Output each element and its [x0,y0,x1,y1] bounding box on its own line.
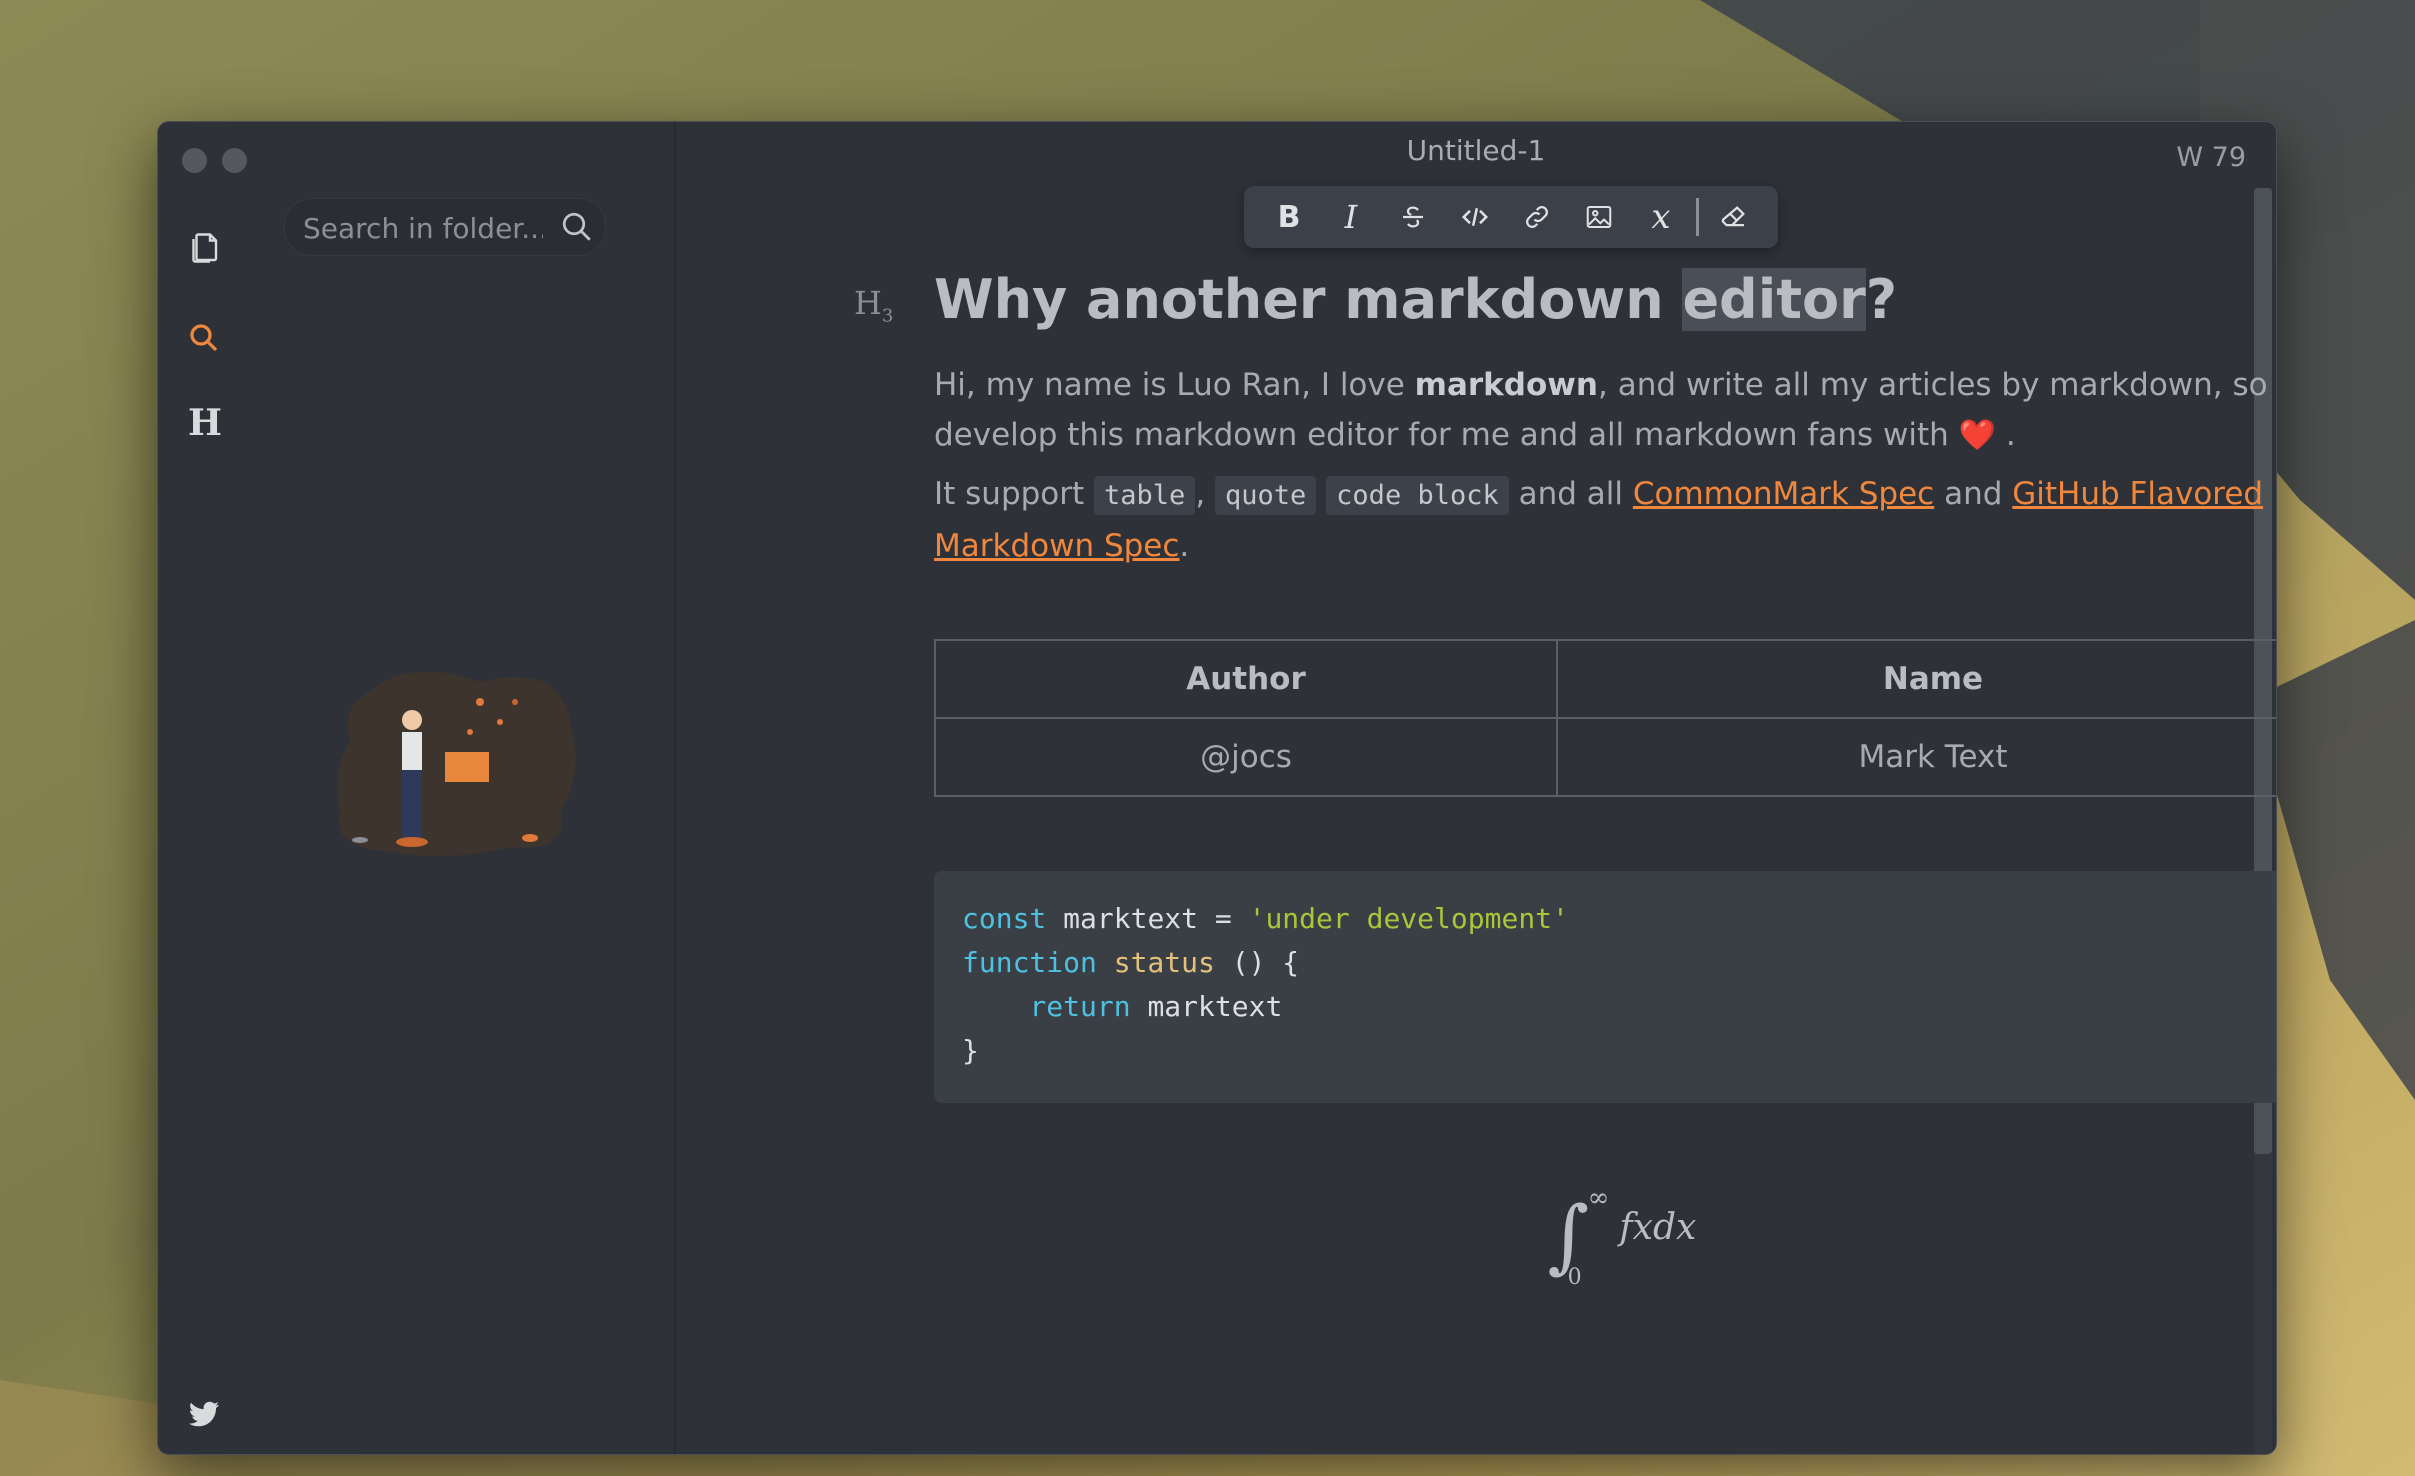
clear-format-button[interactable] [1703,192,1765,242]
search-panel [250,122,676,1454]
strikethrough-button[interactable] [1382,192,1444,242]
eraser-icon [1721,206,1745,227]
search-icon[interactable] [184,318,224,358]
inline-code-block: code block [1326,476,1509,515]
link-button[interactable] [1506,192,1568,242]
inline-code-button[interactable] [1444,192,1506,242]
link-icon [1526,206,1548,228]
selected-text[interactable]: editor [1682,268,1866,331]
table-cell[interactable]: Mark Text [1556,717,2276,797]
app-window: H Search in folder... Untitled-1 W 79 B … [157,121,2277,1455]
table-cell[interactable]: @jocs [934,717,1558,797]
inline-code-quote: quote [1215,476,1317,515]
document-heading[interactable]: Why another markdown editor? [934,262,2276,338]
folder-search-box [284,198,606,256]
markdown-table[interactable]: Author Name @jocs Mark Text [934,639,2276,797]
strikethrough-icon [1403,206,1423,228]
code-block[interactable]: const marktext = 'under development' fun… [934,871,2276,1103]
code-icon [1461,207,1489,227]
activity-bar: H [158,122,287,1454]
table-header-cell[interactable]: Name [1556,639,2276,719]
search-submit-icon[interactable] [559,209,595,245]
table-header-row: Author Name [934,639,2276,719]
image-icon [1586,206,1612,228]
word-count[interactable]: W 79 [2176,142,2246,173]
window-title: Untitled-1 [1406,134,1546,167]
format-toolbar: B I x [1244,186,1778,248]
heading-level-marker[interactable]: H3 [854,284,893,326]
empty-state-illustration [336,671,576,856]
heart-emoji: ❤️ [1958,418,1996,453]
twitter-icon[interactable] [186,1396,222,1432]
math-expression: fxdx [1619,1207,1697,1248]
minimize-window-button[interactable] [222,148,247,173]
heading-icon[interactable]: H [188,402,222,444]
image-button[interactable] [1568,192,1630,242]
bold-text: markdown [1414,367,1598,403]
intro-paragraph[interactable]: Hi, my name is Luo Ran, I love markdown,… [934,360,2276,461]
features-paragraph[interactable]: It support table, quote code block and a… [934,469,2276,571]
files-icon[interactable] [184,228,224,268]
table-row: @jocs Mark Text [934,717,2276,797]
editor-pane[interactable]: Untitled-1 W 79 B I x H3 Why another mar… [676,122,2276,1454]
toolbar-separator [1696,198,1699,236]
bold-button[interactable]: B [1258,192,1320,242]
table-header-cell[interactable]: Author [934,639,1558,719]
commonmark-link[interactable]: CommonMark Spec [1633,476,1934,512]
folder-search-input[interactable] [301,207,545,249]
inline-code-table: table [1094,476,1196,515]
document-content[interactable]: Why another markdown editor? Hi, my name… [934,262,2276,1299]
integral-symbol: ∫ ∞ 0 [1547,1183,1610,1290]
math-block[interactable]: ∫ ∞ 0 fxdx [934,1183,2276,1299]
close-window-button[interactable] [182,148,207,173]
math-button[interactable]: x [1630,192,1692,242]
italic-button[interactable]: I [1320,192,1382,242]
